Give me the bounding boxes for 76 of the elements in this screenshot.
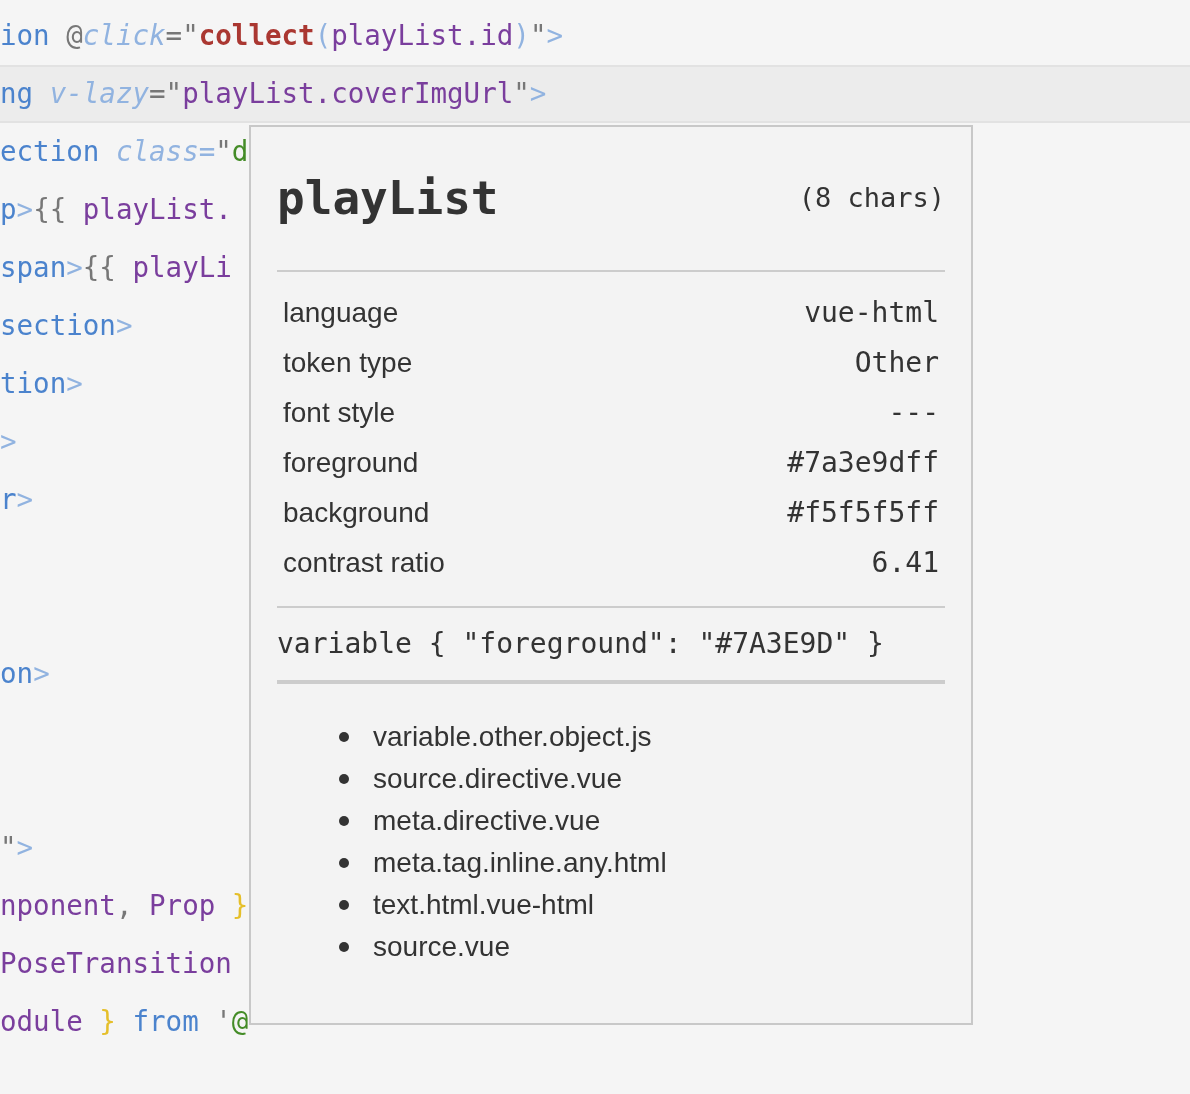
bullet-icon	[339, 816, 349, 826]
theme-rule: variable { "foreground": "#7A3E9D" }	[277, 626, 884, 662]
property-value: #7a3e9dff	[787, 445, 939, 481]
property-label: foreground	[283, 446, 419, 480]
code-token: @	[231, 1004, 249, 1040]
code-token: playList.	[82, 192, 232, 228]
scope-name: meta.directive.vue	[373, 804, 601, 838]
code-token: ection	[0, 134, 100, 170]
code-token: class=	[114, 134, 216, 170]
code-token: }	[98, 1004, 116, 1040]
code-token: >	[115, 308, 133, 344]
code-token: }	[230, 888, 249, 924]
scope-name: text.html.vue-html	[373, 888, 594, 922]
code-token: playLi	[132, 250, 232, 286]
token-title: playList	[277, 170, 499, 227]
code-token: "	[215, 134, 232, 170]
code-token: tion	[0, 366, 67, 402]
bullet-icon	[339, 858, 349, 868]
scope-name: source.directive.vue	[373, 762, 622, 796]
scope-name: meta.tag.inline.any.html	[373, 846, 667, 880]
code-token: ng	[0, 76, 34, 112]
bullet-icon	[339, 942, 349, 952]
code-token: odule	[0, 1004, 83, 1040]
property-value: Other	[854, 345, 939, 381]
code-token: PoseTransition	[0, 946, 232, 982]
property-value: #f5f5f5ff	[787, 495, 939, 531]
code-token: @	[65, 18, 83, 54]
code-token: )	[513, 18, 530, 54]
property-value: ---	[888, 395, 939, 431]
code-token: {{	[33, 192, 68, 228]
code-token: "	[529, 18, 547, 54]
code-token: click	[82, 18, 166, 54]
code-token: v-lazy	[48, 76, 150, 112]
code-token: >	[33, 656, 50, 692]
code-token: ="	[149, 76, 183, 112]
bullet-icon	[339, 732, 349, 742]
code-token: '	[214, 1004, 232, 1040]
property-value: 6.41	[871, 545, 939, 581]
code-token: >	[16, 482, 34, 518]
code-token: p	[0, 192, 17, 228]
code-token: {{	[82, 250, 117, 286]
code-token: span	[0, 250, 67, 286]
code-token: collect	[198, 18, 315, 54]
property-label: token type	[283, 346, 413, 380]
code-token: playList.id	[331, 18, 514, 54]
code-token: (	[314, 18, 332, 54]
code-token: Prop	[149, 888, 216, 924]
code-token: ,	[115, 888, 134, 924]
bullet-icon	[339, 774, 349, 784]
scope-name: variable.other.object.js	[373, 720, 652, 754]
code-token: >	[66, 250, 83, 286]
code-token: d	[231, 134, 249, 170]
scope-name: source.vue	[373, 930, 510, 964]
bullet-icon	[339, 900, 349, 910]
code-token: nponent	[0, 888, 116, 924]
code-token: "	[513, 76, 530, 112]
code-token: >	[16, 192, 34, 228]
code-token: >	[0, 424, 17, 460]
char-count: (8 chars)	[798, 181, 945, 216]
property-label: language	[283, 296, 399, 330]
code-token: section	[0, 308, 116, 344]
property-label: font style	[283, 396, 396, 430]
code-token: >	[66, 366, 83, 402]
code-token: >	[529, 76, 547, 112]
code-token: from	[131, 1004, 199, 1040]
code-token: >	[16, 830, 34, 866]
code-token: on	[0, 656, 34, 692]
code-token: playList.coverImgUrl	[182, 76, 514, 112]
code-token: "	[0, 830, 17, 866]
code-token: >	[546, 18, 563, 54]
code-token: r	[0, 482, 17, 518]
code-token: ="	[165, 18, 199, 54]
property-value: vue-html	[804, 295, 939, 331]
code-token: ion	[0, 18, 50, 54]
property-label: contrast ratio	[283, 546, 445, 580]
property-label: background	[283, 496, 430, 530]
